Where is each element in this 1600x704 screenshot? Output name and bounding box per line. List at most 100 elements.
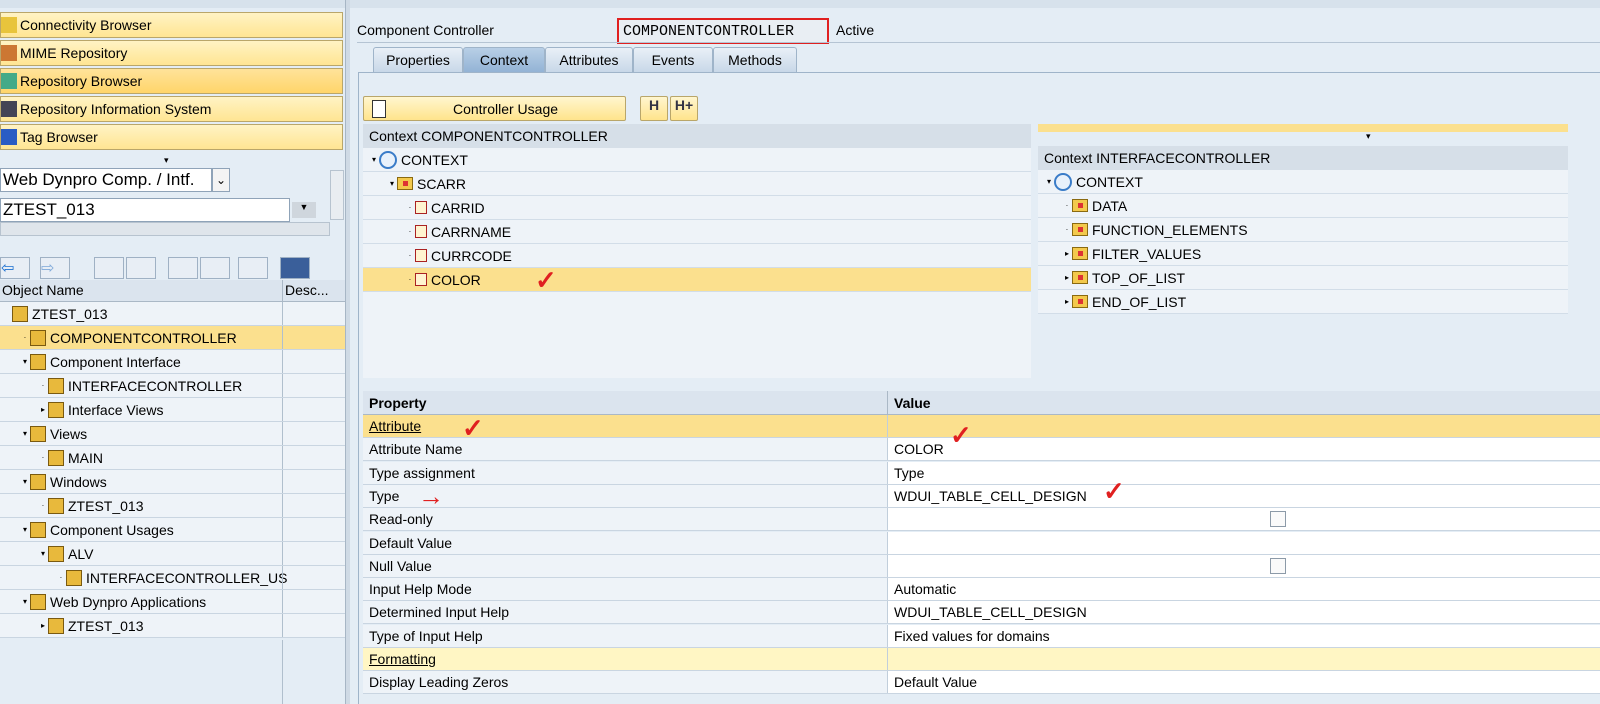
controller-usage-button[interactable]: Controller Usage — [363, 96, 626, 121]
expander-icon[interactable]: · — [38, 453, 48, 462]
col-property[interactable]: Property — [363, 391, 888, 414]
expander-icon[interactable]: ▾ — [369, 155, 379, 164]
expand-arrow-icon[interactable]: ▾ — [164, 155, 169, 166]
find-icon[interactable]: H — [640, 96, 668, 121]
tab-events[interactable]: Events — [633, 47, 713, 72]
tab-properties[interactable]: Properties — [373, 47, 463, 72]
expander-icon[interactable]: · — [405, 275, 415, 284]
tree-row[interactable]: ▸ Interface Views — [0, 398, 345, 422]
forward-arrow-icon[interactable]: ⇨ — [40, 257, 70, 279]
expander-icon[interactable]: ▸ — [1062, 273, 1072, 282]
property-row[interactable]: Default Value — [363, 531, 1600, 555]
expander-icon[interactable]: ▸ — [1062, 297, 1072, 306]
property-row[interactable]: Type WDUI_TABLE_CELL_DESIGN — [363, 484, 1600, 508]
collapse-icon[interactable] — [94, 257, 124, 279]
property-row[interactable]: Input Help Mode Automatic — [363, 578, 1600, 602]
property-row[interactable]: Display Leading Zeros Default Value — [363, 671, 1600, 695]
close-window-icon[interactable] — [280, 257, 310, 279]
expander-icon[interactable]: ▾ — [1044, 177, 1054, 186]
tree-row[interactable]: ▾ Views — [0, 422, 345, 446]
property-row[interactable]: Type of Input Help Fixed values for domai… — [363, 624, 1600, 648]
col-object-name[interactable]: Object Name — [0, 280, 282, 301]
context-row[interactable]: · CARRID — [363, 196, 1031, 220]
expander-icon[interactable]: ▸ — [38, 405, 48, 414]
tree-row[interactable]: ▸ ZTEST_013 — [0, 614, 345, 638]
tree-row[interactable]: · INTERFACECONTROLLER — [0, 374, 345, 398]
checkbox[interactable] — [1270, 511, 1286, 528]
expander-icon[interactable]: · — [405, 251, 415, 260]
tree-row[interactable]: ▾ Component Usages — [0, 518, 345, 542]
tree-row[interactable]: · COMPONENTCONTROLLER — [0, 326, 345, 350]
property-row[interactable]: Attribute Name COLOR — [363, 438, 1600, 462]
property-value[interactable]: Automatic — [888, 578, 1600, 601]
expander-icon[interactable]: ▾ — [20, 429, 30, 438]
checkbox[interactable] — [1270, 557, 1286, 574]
horizontal-scrollbar[interactable] — [0, 222, 330, 236]
nav-button-3[interactable]: Repository Information System — [0, 96, 343, 122]
property-value[interactable]: Default Value — [888, 671, 1600, 694]
back-arrow-icon[interactable]: ⇦ — [0, 257, 30, 279]
tree-row[interactable]: ▾ Windows — [0, 470, 345, 494]
property-value[interactable] — [888, 554, 1600, 577]
property-value[interactable]: WDUI_TABLE_CELL_DESIGN — [888, 484, 1600, 507]
tree-row[interactable]: ▾ Web Dynpro Applications — [0, 590, 345, 614]
col-value[interactable]: Value — [888, 391, 937, 414]
context-row[interactable]: · DATA — [1038, 194, 1568, 218]
expander-icon[interactable]: · — [405, 203, 415, 212]
find-next-icon[interactable]: H+ — [670, 96, 698, 121]
property-row[interactable]: Type assignment Type — [363, 461, 1600, 485]
object-name-input[interactable]: ZTEST_013 — [0, 198, 290, 222]
dropdown-icon[interactable]: ▼ — [292, 202, 316, 218]
property-value[interactable]: Fixed values for domains — [888, 624, 1600, 647]
context-row[interactable]: ▾ CONTEXT — [1038, 170, 1568, 194]
expander-icon[interactable]: ▾ — [387, 179, 397, 188]
tree-row[interactable]: ▾ Component Interface — [0, 350, 345, 374]
expander-icon[interactable]: ▾ — [20, 597, 30, 606]
property-row[interactable]: Attribute — [363, 415, 1600, 438]
context-row[interactable]: · CURRCODE — [363, 244, 1031, 268]
expander-icon[interactable]: · — [1062, 225, 1072, 234]
expander-icon[interactable]: · — [20, 333, 30, 342]
property-value[interactable] — [888, 508, 1600, 531]
context-row[interactable]: ▾ SCARR — [363, 172, 1031, 196]
new-object-icon[interactable] — [200, 257, 230, 279]
expander-icon[interactable]: · — [405, 227, 415, 236]
hierarchy-icon[interactable] — [168, 257, 198, 279]
tree-row[interactable]: · INTERFACECONTROLLER_US — [0, 566, 345, 590]
nav-button-0[interactable]: Connectivity Browser — [0, 12, 343, 38]
expander-icon[interactable]: ▾ — [38, 549, 48, 558]
tree-row[interactable]: ZTEST_013 — [0, 302, 345, 326]
tab-methods[interactable]: Methods — [713, 47, 797, 72]
tab-attributes[interactable]: Attributes — [545, 47, 633, 72]
expander-icon[interactable]: ▸ — [38, 621, 48, 630]
chevron-down-icon[interactable]: ⌄ — [212, 168, 230, 192]
expander-icon[interactable]: · — [1062, 201, 1072, 210]
object-type-select[interactable]: Web Dynpro Comp. / Intf. — [0, 168, 212, 192]
context-row[interactable]: · COLOR — [363, 268, 1031, 292]
expander-icon[interactable]: ▸ — [1062, 249, 1072, 258]
property-value[interactable]: WDUI_TABLE_CELL_DESIGN — [888, 601, 1600, 624]
property-value[interactable]: COLOR — [888, 438, 1600, 461]
expander-icon[interactable]: ▾ — [20, 525, 30, 534]
property-value[interactable]: Type — [888, 461, 1600, 484]
nav-button-4[interactable]: Tag Browser — [0, 124, 343, 150]
context-row[interactable]: ▸ END_OF_LIST — [1038, 290, 1568, 314]
expander-icon[interactable]: ▾ — [20, 477, 30, 486]
expander-icon[interactable]: ▾ — [20, 357, 30, 366]
property-row[interactable]: Null Value — [363, 554, 1600, 578]
nav-button-1[interactable]: MIME Repository — [0, 40, 343, 66]
expander-icon[interactable]: · — [38, 381, 48, 390]
expand-icon[interactable] — [126, 257, 156, 279]
context-row[interactable]: · CARRNAME — [363, 220, 1031, 244]
expand-arrow-icon[interactable]: ▾ — [1366, 131, 1371, 142]
tab-context[interactable]: Context — [463, 47, 545, 72]
property-row[interactable]: Formatting — [363, 648, 1600, 671]
context-row[interactable]: · FUNCTION_ELEMENTS — [1038, 218, 1568, 242]
context-row[interactable]: ▸ FILTER_VALUES — [1038, 242, 1568, 266]
context-row[interactable]: ▾ CONTEXT — [363, 148, 1031, 172]
property-value[interactable] — [888, 531, 1600, 554]
context-row[interactable]: ▸ TOP_OF_LIST — [1038, 266, 1568, 290]
tree-row[interactable]: · ZTEST_013 — [0, 494, 345, 518]
property-row[interactable]: Read-only — [363, 508, 1600, 532]
tree-row[interactable]: ▾ ALV — [0, 542, 345, 566]
